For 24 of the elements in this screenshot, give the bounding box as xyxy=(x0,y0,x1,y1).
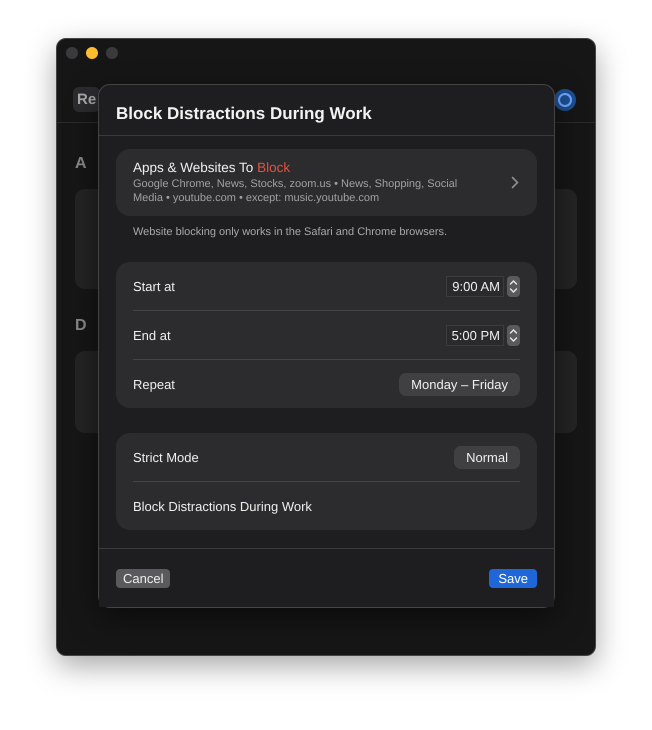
section-heading: A xyxy=(75,155,87,173)
row-label: Strict Mode xyxy=(133,450,199,464)
stepper-icon[interactable] xyxy=(507,276,520,296)
note-text: Website blocking only works in the Safari and Chrome browsers. xyxy=(132,225,448,238)
toolbar-button[interactable]: Re xyxy=(73,87,100,112)
popup-button[interactable]: Normal xyxy=(454,446,520,468)
row-label: End at xyxy=(133,328,171,342)
chevron-icon xyxy=(511,176,519,189)
item-summary: Google Chrome, News, Stocks, zoom.us • News, Shopping, Social Media • youtube.com • except: music.youtube.com xyxy=(133,177,458,205)
cancel-button[interactable]: Cancel xyxy=(116,569,170,588)
save-button[interactable]: Save xyxy=(489,569,537,588)
minimize-light[interactable] xyxy=(86,47,98,59)
popup-button[interactable]: Monday – Friday xyxy=(399,372,520,396)
time-field[interactable]: 9:00 AM xyxy=(446,276,504,296)
dialog-title: Block Distractions During Work xyxy=(99,85,554,136)
stepper-icon[interactable] xyxy=(507,324,520,346)
row-label: Start at xyxy=(133,278,175,294)
time-field[interactable]: 5:00 PM xyxy=(446,324,504,346)
item-title: Apps & Websites To Block xyxy=(133,160,292,175)
section-heading: D xyxy=(75,317,87,335)
row-label: Repeat xyxy=(133,376,175,392)
settings-icon[interactable] xyxy=(553,88,577,112)
block-list-item[interactable]: Apps & Websites To Block Google Chrome, News, Stocks, zoom.us • News, Shopping, Social Media • youtube.com • except: music.youtube.com xyxy=(116,149,537,216)
row-label: Block Distractions During Work xyxy=(133,498,312,514)
